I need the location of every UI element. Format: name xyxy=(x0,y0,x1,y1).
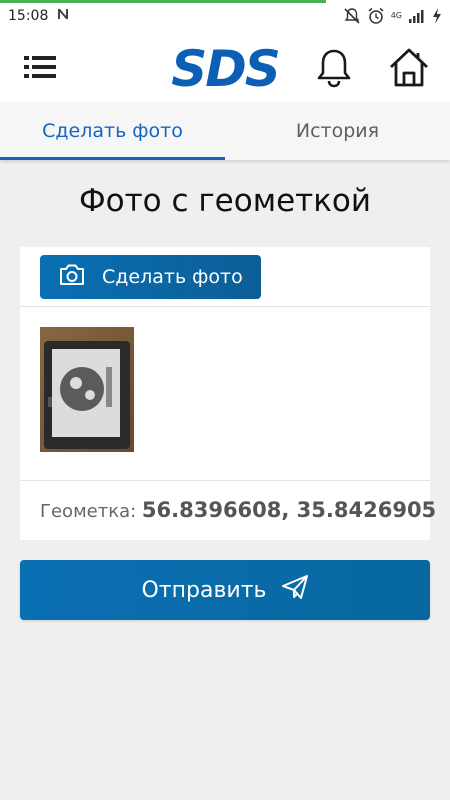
photo-card: Сделать фото Геометка: 56.8396608, 35.84… xyxy=(20,247,436,540)
status-bar: 15:08 4G xyxy=(0,0,450,32)
home-icon[interactable] xyxy=(387,45,431,89)
geotag-row: Геометка: 56.8396608, 35.8426905 xyxy=(40,498,436,522)
send-button[interactable]: Отправить xyxy=(20,560,430,620)
status-progress-line xyxy=(0,0,326,3)
alarm-icon xyxy=(367,7,385,25)
geotag-coordinates: 56.8396608, 35.8426905 xyxy=(141,498,437,522)
mute-icon xyxy=(343,7,361,25)
tab-label: Сделать фото xyxy=(42,120,183,142)
send-label: Отправить xyxy=(141,577,267,603)
tab-bar: Сделать фото История xyxy=(0,102,450,160)
page-title: Фото с геометкой xyxy=(78,183,372,219)
signal-icon xyxy=(408,9,426,23)
camera-icon xyxy=(58,263,86,292)
paper-plane-icon xyxy=(281,574,309,606)
notification-n-icon xyxy=(56,7,70,25)
take-photo-button[interactable]: Сделать фото xyxy=(40,255,261,299)
menu-icon[interactable] xyxy=(22,52,58,82)
logo-text: SDS xyxy=(171,41,279,93)
divider xyxy=(20,480,430,481)
status-time: 15:08 xyxy=(8,8,49,24)
tab-history[interactable]: История xyxy=(225,102,450,160)
take-photo-label: Сделать фото xyxy=(102,266,243,288)
photo-thumbnail[interactable] xyxy=(40,327,134,452)
bell-icon[interactable] xyxy=(313,47,355,89)
app-header: SDS xyxy=(0,32,450,102)
geotag-label: Геометка: xyxy=(40,501,137,522)
tab-label: История xyxy=(295,120,380,142)
sds-logo: SDS xyxy=(164,40,286,98)
divider xyxy=(20,306,430,307)
network-type: 4G xyxy=(390,11,402,20)
tab-take-photo[interactable]: Сделать фото xyxy=(0,102,225,160)
charging-icon xyxy=(432,8,442,24)
